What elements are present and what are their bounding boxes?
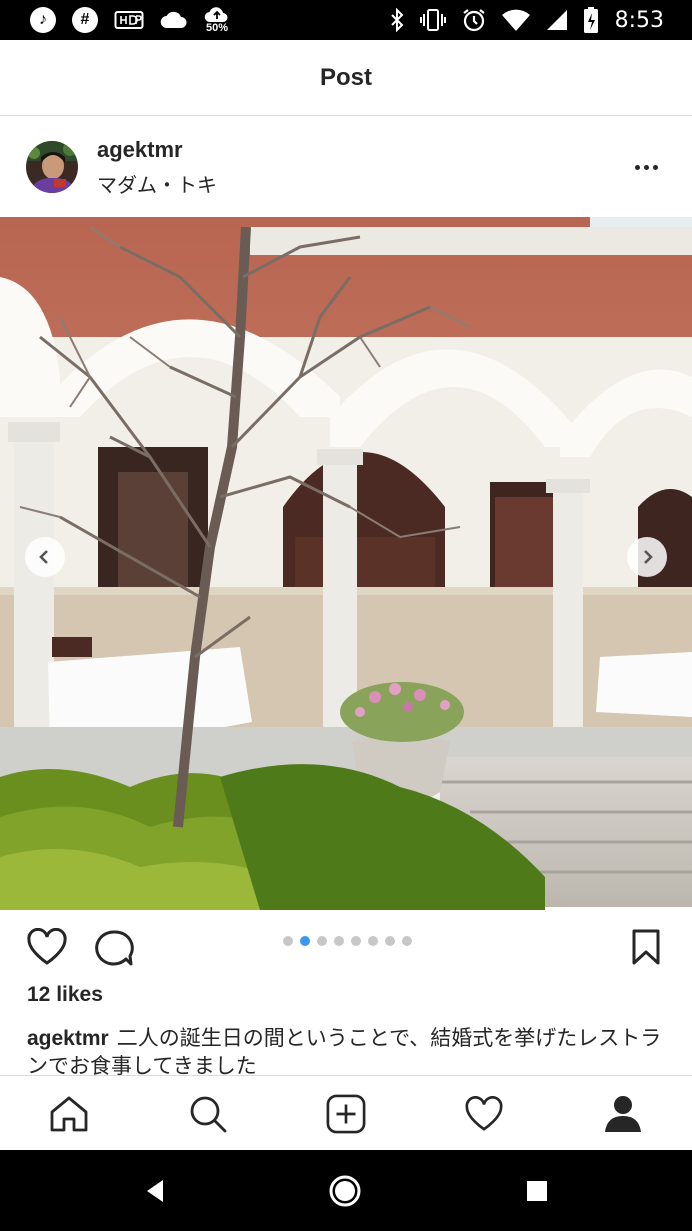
like-button[interactable] [26, 927, 68, 971]
carousel-dot-active [300, 936, 310, 946]
post-header: agektmr マダム・トキ [0, 117, 692, 217]
music-note-icon: ♪ [30, 7, 56, 33]
home-icon [329, 1175, 361, 1207]
more-options-button[interactable] [626, 147, 666, 187]
carousel-dot [368, 936, 378, 946]
heart-icon [27, 927, 67, 965]
chevron-right-icon [644, 550, 653, 564]
avatar[interactable] [26, 141, 78, 193]
bookmark-icon [632, 929, 660, 965]
nav-back-button[interactable] [138, 1174, 172, 1208]
search-icon [190, 1096, 227, 1133]
more-horizontal-icon [634, 164, 640, 170]
status-bar: ♪ # 50% 8:53 [0, 0, 692, 40]
carousel-dot [334, 936, 344, 946]
profile-icon [605, 1096, 641, 1132]
new-post-icon [326, 1094, 366, 1134]
app-header: Post [0, 40, 692, 116]
comment-button[interactable] [93, 928, 135, 973]
vibrate-icon [419, 8, 447, 32]
slack-icon: # [72, 7, 98, 33]
carousel-dot [317, 936, 327, 946]
hdr-icon [114, 9, 144, 31]
tab-search[interactable] [188, 1094, 228, 1134]
bluetooth-icon [389, 8, 405, 32]
activity-heart-icon [465, 1096, 503, 1131]
caption-username[interactable]: agektmr [27, 1027, 109, 1050]
save-button[interactable] [630, 928, 662, 971]
instagram-post-screen: ♪ # 50% 8:53 Post agektmr マダム・トキ 12 like… [0, 0, 692, 1231]
carousel-dot [402, 936, 412, 946]
clock-time: 8:53 [614, 7, 664, 33]
carousel-next-button[interactable] [627, 537, 667, 577]
chevron-left-icon [39, 550, 48, 564]
carousel-dot [385, 936, 395, 946]
post-username[interactable]: agektmr [97, 137, 217, 163]
cloud-icon [160, 10, 188, 30]
caption-text: 二人の誕生日の間ということで、結婚式を挙げたレストランでお食事してきました [27, 1027, 662, 1075]
post-location[interactable]: マダム・トキ [97, 169, 217, 198]
nav-recents-button[interactable] [520, 1174, 554, 1208]
tab-new-post[interactable] [326, 1094, 366, 1134]
back-icon [147, 1180, 163, 1202]
tab-profile[interactable] [603, 1094, 643, 1134]
carousel-indicator [283, 936, 412, 946]
carousel-prev-button[interactable] [25, 537, 65, 577]
system-nav-bar [0, 1150, 692, 1231]
alarm-icon [461, 7, 487, 33]
cloud-upload-icon: 50% [204, 6, 230, 34]
home-icon [50, 1096, 88, 1132]
post-actions [0, 910, 692, 984]
carousel-dot [351, 936, 361, 946]
nav-home-button[interactable] [328, 1174, 362, 1208]
recents-icon [527, 1181, 547, 1201]
post-caption: agektmr 二人の誕生日の間ということで、結婚式を挙げたレストランでお食事して… [27, 1025, 667, 1075]
carousel-dot [283, 936, 293, 946]
battery-charging-icon [583, 6, 599, 34]
tab-home[interactable] [49, 1094, 89, 1134]
likes-count[interactable]: 12 likes [27, 983, 103, 1007]
tab-activity[interactable] [464, 1094, 504, 1134]
signal-icon [545, 8, 569, 32]
page-title: Post [319, 63, 372, 91]
bottom-tab-bar [0, 1075, 692, 1150]
comment-icon [95, 930, 134, 966]
wifi-icon [501, 8, 531, 32]
post-photo[interactable] [0, 217, 692, 910]
upload-percent: 50% [205, 21, 229, 34]
